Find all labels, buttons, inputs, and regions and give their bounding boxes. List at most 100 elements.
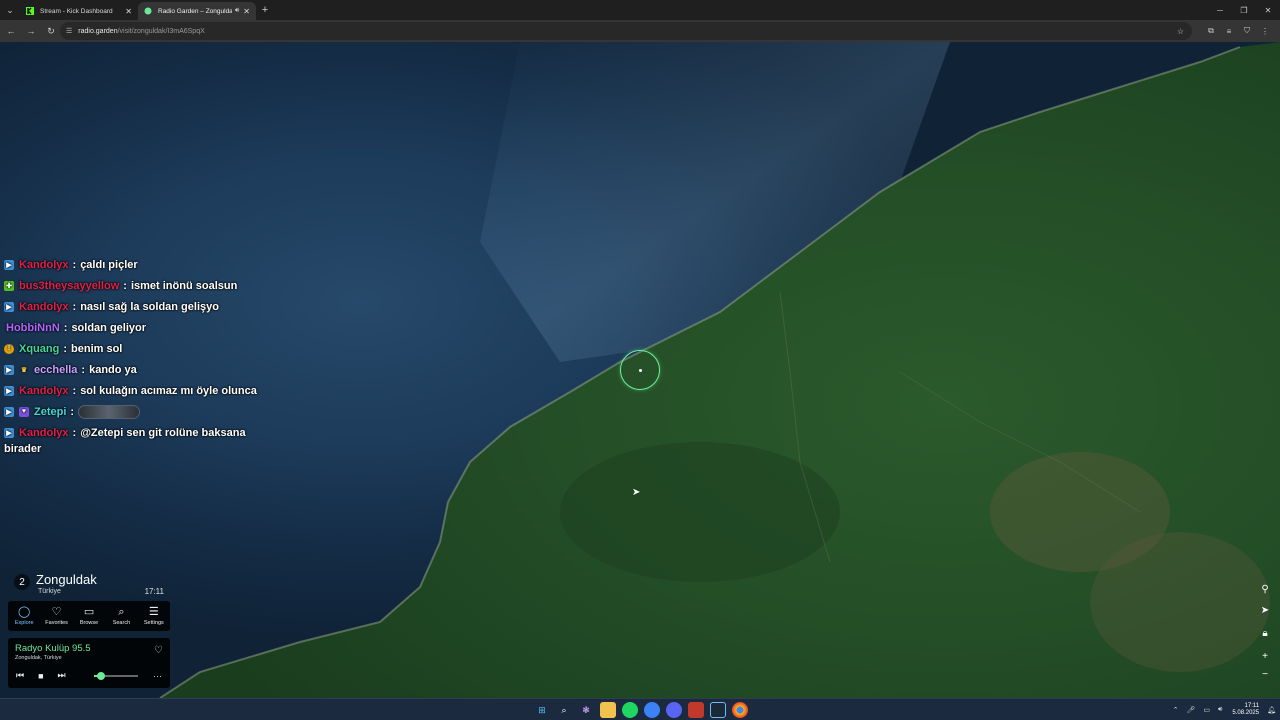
local-time: 17:11 bbox=[144, 587, 164, 596]
tab-radio-garden[interactable]: Radio Garden – Zonguldak 🔊︎ ✕ bbox=[138, 2, 256, 20]
locate-me-icon[interactable]: ➤ bbox=[1258, 603, 1272, 617]
calculator-icon[interactable] bbox=[688, 702, 704, 718]
extensions-icon[interactable]: ⧉ bbox=[1202, 22, 1220, 40]
close-tab-icon[interactable]: ✕ bbox=[125, 7, 132, 16]
volume-icon[interactable]: 🔊︎ bbox=[1218, 706, 1222, 714]
location-country: Türkiye bbox=[38, 588, 61, 595]
chat-message: ! Xquang: benim sol bbox=[0, 338, 270, 359]
url-host: radio.garden bbox=[78, 27, 118, 35]
browser-app-icon[interactable] bbox=[644, 702, 660, 718]
tray-overflow-icon[interactable]: ⌃ bbox=[1173, 706, 1179, 714]
nav-browse[interactable]: ▭ Browse bbox=[73, 601, 105, 631]
chat-message: ▶ ♛ ecchella: kando ya bbox=[0, 359, 270, 380]
previous-icon[interactable]: ⏮︎ bbox=[16, 670, 24, 681]
copilot-icon[interactable]: ❃ bbox=[578, 702, 594, 718]
search-icon: ⌕ bbox=[118, 606, 125, 618]
browser-menu-icon[interactable]: ⋮ bbox=[1256, 22, 1274, 40]
menu-icon: ☰ bbox=[148, 606, 159, 618]
bookmark-star-icon[interactable]: ☆ bbox=[1177, 27, 1184, 36]
notification-bell-icon[interactable]: 🔔︎ bbox=[1267, 706, 1276, 714]
station-count-badge: 2 bbox=[14, 574, 30, 590]
chat-message: HobbiNnN: soldan geliyor bbox=[6, 321, 147, 334]
nav-label: Explore bbox=[14, 620, 34, 626]
forward-button[interactable]: → bbox=[22, 22, 40, 40]
stop-icon[interactable]: ■ bbox=[38, 671, 43, 681]
taskbar-apps: ⊞ ⌕ ❃ bbox=[534, 702, 754, 718]
location-pin-icon[interactable]: ⚲ bbox=[1258, 582, 1272, 596]
zoom-in-icon[interactable]: + bbox=[1258, 649, 1272, 663]
new-tab-button[interactable]: + bbox=[256, 1, 274, 19]
favorite-heart-icon[interactable]: ♡ bbox=[154, 645, 163, 656]
chat-username: Kandolyx bbox=[19, 384, 69, 397]
spotify-icon[interactable] bbox=[622, 702, 638, 718]
chat-username: ecchella bbox=[34, 363, 78, 376]
chat-username: Kandolyx bbox=[19, 426, 69, 439]
shield-icon[interactable]: ⛉ bbox=[1238, 22, 1256, 40]
playback-controls: ⏮︎ ■ ⏭︎ bbox=[16, 670, 80, 681]
nav-explore[interactable]: ◯ Explore bbox=[8, 601, 40, 631]
address-bar[interactable]: ☰ radio.garden/visit/zonguldak/I3mA6SpqX… bbox=[60, 22, 1192, 40]
back-button[interactable]: ← bbox=[2, 22, 20, 40]
chat-text-continuation: birader bbox=[4, 443, 42, 455]
more-options-icon[interactable]: ··· bbox=[153, 671, 162, 681]
station-name[interactable]: Radyo Kulüp 95.5 bbox=[15, 643, 91, 654]
nav-search[interactable]: ⌕ Search bbox=[105, 601, 137, 631]
next-icon[interactable]: ⏭︎ bbox=[58, 670, 66, 681]
restore-icon[interactable]: ❐ bbox=[1232, 0, 1256, 20]
close-tab-icon[interactable]: ✕ bbox=[243, 7, 250, 16]
chat-message: ▶ Kandolyx: çaldı piçler bbox=[0, 254, 270, 275]
network-icon[interactable]: ▭ bbox=[1203, 706, 1210, 714]
chat-username: Xquang bbox=[19, 342, 60, 355]
explore-icon: ◯ bbox=[18, 606, 31, 618]
kick-icon bbox=[26, 7, 34, 15]
badge-icon: ✚ bbox=[4, 280, 14, 291]
system-tray: ⌃ 🎤︎ ▭ 🔊︎ 17:11 5.08.2025 🔔︎ bbox=[1165, 701, 1276, 719]
map-icon: ▭ bbox=[83, 606, 95, 618]
tab-title: Radio Garden – Zonguldak bbox=[158, 7, 232, 15]
volume-knob[interactable] bbox=[96, 672, 105, 680]
file-explorer-icon[interactable] bbox=[600, 702, 616, 718]
badge-icon: ▶ bbox=[4, 427, 14, 438]
nav-favorites[interactable]: ♡ Favorites bbox=[40, 601, 72, 631]
speaker-icon[interactable]: 🔊︎ bbox=[235, 7, 239, 15]
nav-label: Settings bbox=[143, 620, 164, 626]
chat-text: nasıl sağ la soldan gelişyo bbox=[80, 300, 219, 313]
station-marker[interactable] bbox=[620, 350, 660, 390]
nav-settings[interactable]: ☰ Settings bbox=[138, 601, 170, 631]
tab-title: Stream - Kick Dashboard bbox=[40, 7, 113, 15]
steam-icon[interactable] bbox=[710, 702, 726, 718]
chat-text: ismet inönü soalsun bbox=[130, 279, 238, 292]
windows-start-icon[interactable]: ⊞ bbox=[534, 702, 550, 718]
volume-slider[interactable] bbox=[94, 672, 138, 680]
badge-icon: ▶ bbox=[4, 406, 14, 417]
location-city: Zonguldak bbox=[36, 572, 97, 587]
close-window-icon[interactable]: ✕ bbox=[1256, 0, 1280, 20]
station-location: Zonguldak, Türkiye bbox=[15, 655, 62, 661]
chat-message: ▶ Kandolyx: sol kulağın acımaz mı öyle o… bbox=[0, 380, 270, 401]
tab-kick-dashboard[interactable]: Stream - Kick Dashboard ✕ bbox=[20, 2, 138, 20]
nav-label: Browse bbox=[79, 620, 99, 626]
badge-icon: ! bbox=[4, 343, 14, 354]
location-header[interactable]: 2 Zonguldak Türkiye 17:11 bbox=[12, 572, 168, 598]
minimize-icon[interactable]: ─ bbox=[1208, 0, 1232, 20]
microphone-icon[interactable]: 🎤︎ bbox=[1186, 706, 1195, 714]
media-control-icon[interactable]: ≡ bbox=[1220, 22, 1238, 40]
taskbar-clock[interactable]: 17:11 5.08.2025 bbox=[1232, 703, 1259, 717]
search-icon[interactable]: ⌕ bbox=[556, 702, 572, 718]
lock-icon[interactable]: 🔒︎ bbox=[1258, 626, 1272, 640]
nav-label: Search bbox=[112, 620, 131, 626]
emote-image bbox=[78, 404, 141, 419]
window-controls: ─ ❐ ✕ bbox=[1208, 0, 1280, 20]
tab-search-icon[interactable]: ⌄ bbox=[0, 0, 20, 20]
zoom-out-icon[interactable]: − bbox=[1258, 667, 1272, 681]
chrome-icon[interactable] bbox=[732, 702, 748, 718]
screen: ⌄ Stream - Kick Dashboard ✕ Radio Garden… bbox=[0, 0, 1280, 720]
badge-icon: ▶ bbox=[4, 259, 14, 270]
discord-icon[interactable] bbox=[666, 702, 682, 718]
chat-message: ▶ Kandolyx: nasıl sağ la soldan gelişyo bbox=[0, 296, 270, 317]
chat-text: soldan geliyor bbox=[71, 321, 147, 334]
badge-icon: ▶ bbox=[4, 385, 14, 396]
badge-icon: ▶ bbox=[4, 364, 14, 375]
site-info-icon[interactable]: ☰ bbox=[66, 27, 72, 35]
reload-button[interactable]: ↻ bbox=[42, 22, 60, 40]
